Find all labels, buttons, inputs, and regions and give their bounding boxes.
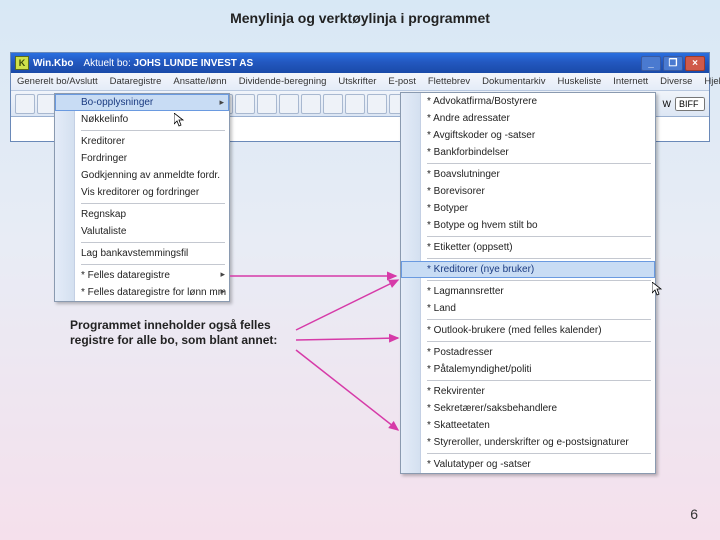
toolbar-button[interactable] [257, 94, 277, 114]
submenu-item[interactable]: * Andre adressater [401, 110, 655, 127]
menu-item[interactable]: Godkjenning av anmeldte fordr. [55, 167, 229, 184]
submenu-item[interactable]: * Etiketter (oppsett) [401, 239, 655, 256]
restore-button[interactable]: ❐ [663, 56, 683, 71]
menu-item[interactable]: Diverse [658, 75, 694, 88]
menu-item[interactable]: Huskeliste [555, 75, 603, 88]
submenu-item[interactable]: * Boavslutninger [401, 166, 655, 183]
menu-item[interactable]: Regnskap [55, 206, 229, 223]
menu-item[interactable]: Valutaliste [55, 223, 229, 240]
app-logo-icon: K [15, 56, 29, 70]
submenu-item[interactable]: * Lagmannsretter [401, 283, 655, 300]
toolbar-label: W [663, 99, 672, 109]
cursor-icon [174, 113, 186, 127]
submenu-item[interactable]: * Avgiftskoder og -satser [401, 127, 655, 144]
minimize-button[interactable]: _ [641, 56, 661, 71]
menu-item[interactable]: Utskrifter [336, 75, 378, 88]
submenu-item[interactable]: * Valutatyper og -satser [401, 456, 655, 473]
menu-item[interactable]: Dataregistre [108, 75, 164, 88]
menu-item[interactable]: E-post [386, 75, 417, 88]
toolbar-button[interactable] [345, 94, 365, 114]
menu-item[interactable]: Nøkkelinfo [55, 111, 229, 128]
menu-item[interactable]: Bo-opplysninger [55, 94, 229, 111]
toolbar-dropdown[interactable] [675, 97, 705, 111]
cursor-icon [652, 282, 664, 296]
submenu-item[interactable]: * Skatteetaten [401, 417, 655, 434]
title-bo: JOHS LUNDE INVEST AS [134, 58, 254, 69]
page-number: 6 [690, 506, 698, 522]
submenu-item[interactable]: * Botype og hvem stilt bo [401, 217, 655, 234]
titlebar: K Win.Kbo Aktuelt bo: JOHS LUNDE INVEST … [11, 53, 709, 73]
submenu-item[interactable]: * Bankforbindelser [401, 144, 655, 161]
submenu-item-kreditorer[interactable]: * Kreditorer (nye bruker) [401, 261, 655, 278]
toolbar-button[interactable] [235, 94, 255, 114]
close-button[interactable]: × [685, 56, 705, 71]
slide-caption: Programmet inneholder også felles regist… [70, 318, 300, 348]
menubar: Generelt bo/Avslutt Dataregistre Ansatte… [11, 73, 709, 91]
menu-item[interactable]: * Felles dataregistre for lønn mm [55, 284, 229, 301]
submenu-item[interactable]: * Styreroller, underskrifter og e-postsi… [401, 434, 655, 451]
submenu-item[interactable]: * Outlook-brukere (med felles kalender) [401, 322, 655, 339]
title-prefix: Aktuelt bo: [83, 58, 130, 69]
slide-title: Menylinja og verktøylinja i programmet [0, 10, 720, 26]
menu-item[interactable]: Lag bankavstemmingsfil [55, 245, 229, 262]
felles-dataregistre-submenu: * Advokatfirma/Bostyrere * Andre adressa… [400, 92, 656, 474]
menu-item[interactable]: Internett [611, 75, 650, 88]
menu-item[interactable]: Ansatte/lønn [171, 75, 228, 88]
submenu-item[interactable]: * Sekretærer/saksbehandlere [401, 400, 655, 417]
menu-item[interactable]: Dokumentarkiv [480, 75, 547, 88]
menu-item[interactable]: Fordringer [55, 150, 229, 167]
app-name: Win.Kbo [33, 58, 73, 69]
toolbar-button[interactable] [301, 94, 321, 114]
submenu-item[interactable]: * Borevisorer [401, 183, 655, 200]
menu-item[interactable]: Hjelp [702, 75, 720, 88]
submenu-item[interactable]: * Botyper [401, 200, 655, 217]
submenu-item[interactable]: * Påtalemyndighet/politi [401, 361, 655, 378]
toolbar-button[interactable] [279, 94, 299, 114]
dataregistre-menu: Bo-opplysninger Nøkkelinfo Kreditorer Fo… [54, 93, 230, 302]
submenu-item[interactable]: * Postadresser [401, 344, 655, 361]
submenu-item[interactable]: * Advokatfirma/Bostyrere [401, 93, 655, 110]
submenu-item[interactable]: * Rekvirenter [401, 383, 655, 400]
toolbar-button[interactable] [15, 94, 35, 114]
submenu-item[interactable]: * Land [401, 300, 655, 317]
toolbar-button[interactable] [367, 94, 387, 114]
menu-item[interactable]: Kreditorer [55, 133, 229, 150]
menu-item-felles[interactable]: * Felles dataregistre [55, 267, 229, 284]
toolbar-button[interactable] [323, 94, 343, 114]
menu-item[interactable]: Generelt bo/Avslutt [15, 75, 100, 88]
menu-item[interactable]: Vis kreditorer og fordringer [55, 184, 229, 201]
menu-item[interactable]: Flettebrev [426, 75, 472, 88]
menu-item[interactable]: Dividende-beregning [237, 75, 329, 88]
